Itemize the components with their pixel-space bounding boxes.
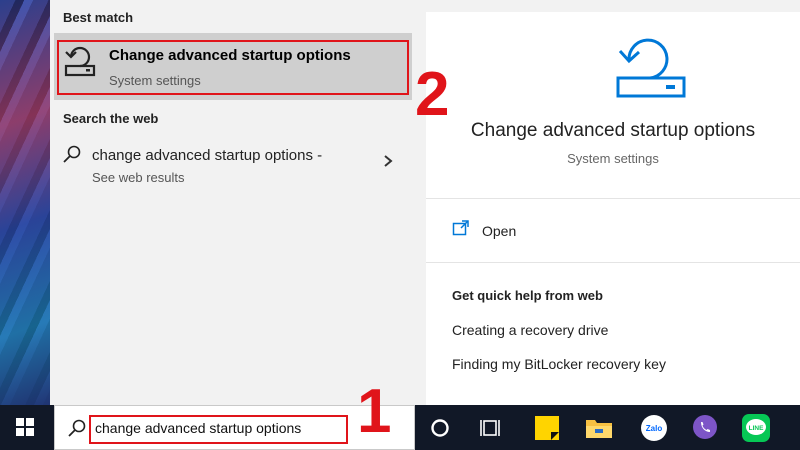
open-action[interactable]: Open [452,219,652,243]
cortana-icon[interactable] [422,410,458,446]
web-result-title: change advanced startup options - [92,147,323,164]
open-label: Open [482,223,517,239]
sticky-notes-icon[interactable] [529,410,565,446]
search-web-header: Search the web [63,111,159,126]
step-number-1: 1 [357,377,392,446]
step-number-2: 2 [415,60,450,129]
open-window-icon [452,220,469,236]
quick-help-header: Get quick help from web [452,288,603,303]
line-label: LINE [749,425,764,432]
windows-start-icon[interactable] [0,405,50,450]
zalo-icon[interactable]: Zalo [636,410,672,446]
viber-icon[interactable] [687,410,723,446]
web-result-subtitle: See web results [92,170,185,185]
task-view-icon[interactable] [473,410,509,446]
web-search-result[interactable]: change advanced startup options - See we… [54,134,412,190]
preview-title: Change advanced startup options [470,120,756,141]
zalo-label: Zalo [646,424,663,433]
best-match-header: Best match [63,10,134,25]
file-explorer-icon[interactable] [581,410,617,446]
divider [426,198,800,199]
line-icon[interactable]: LINE [738,410,774,446]
help-link-recovery-drive[interactable]: Creating a recovery drive [452,322,608,338]
divider [426,262,800,263]
search-icon [68,419,86,437]
help-link-bitlocker-key[interactable]: Finding my BitLocker recovery key [452,356,666,372]
chevron-right-icon[interactable] [382,154,394,168]
preview-subtitle: System settings [567,151,659,166]
highlight-box-step-2 [57,40,409,95]
highlight-box-step-1 [89,415,348,444]
startup-recovery-icon [616,38,686,98]
search-icon [63,145,81,163]
result-preview-pane: Change advanced startup options System s… [426,12,800,405]
desktop-wallpaper [0,0,50,405]
